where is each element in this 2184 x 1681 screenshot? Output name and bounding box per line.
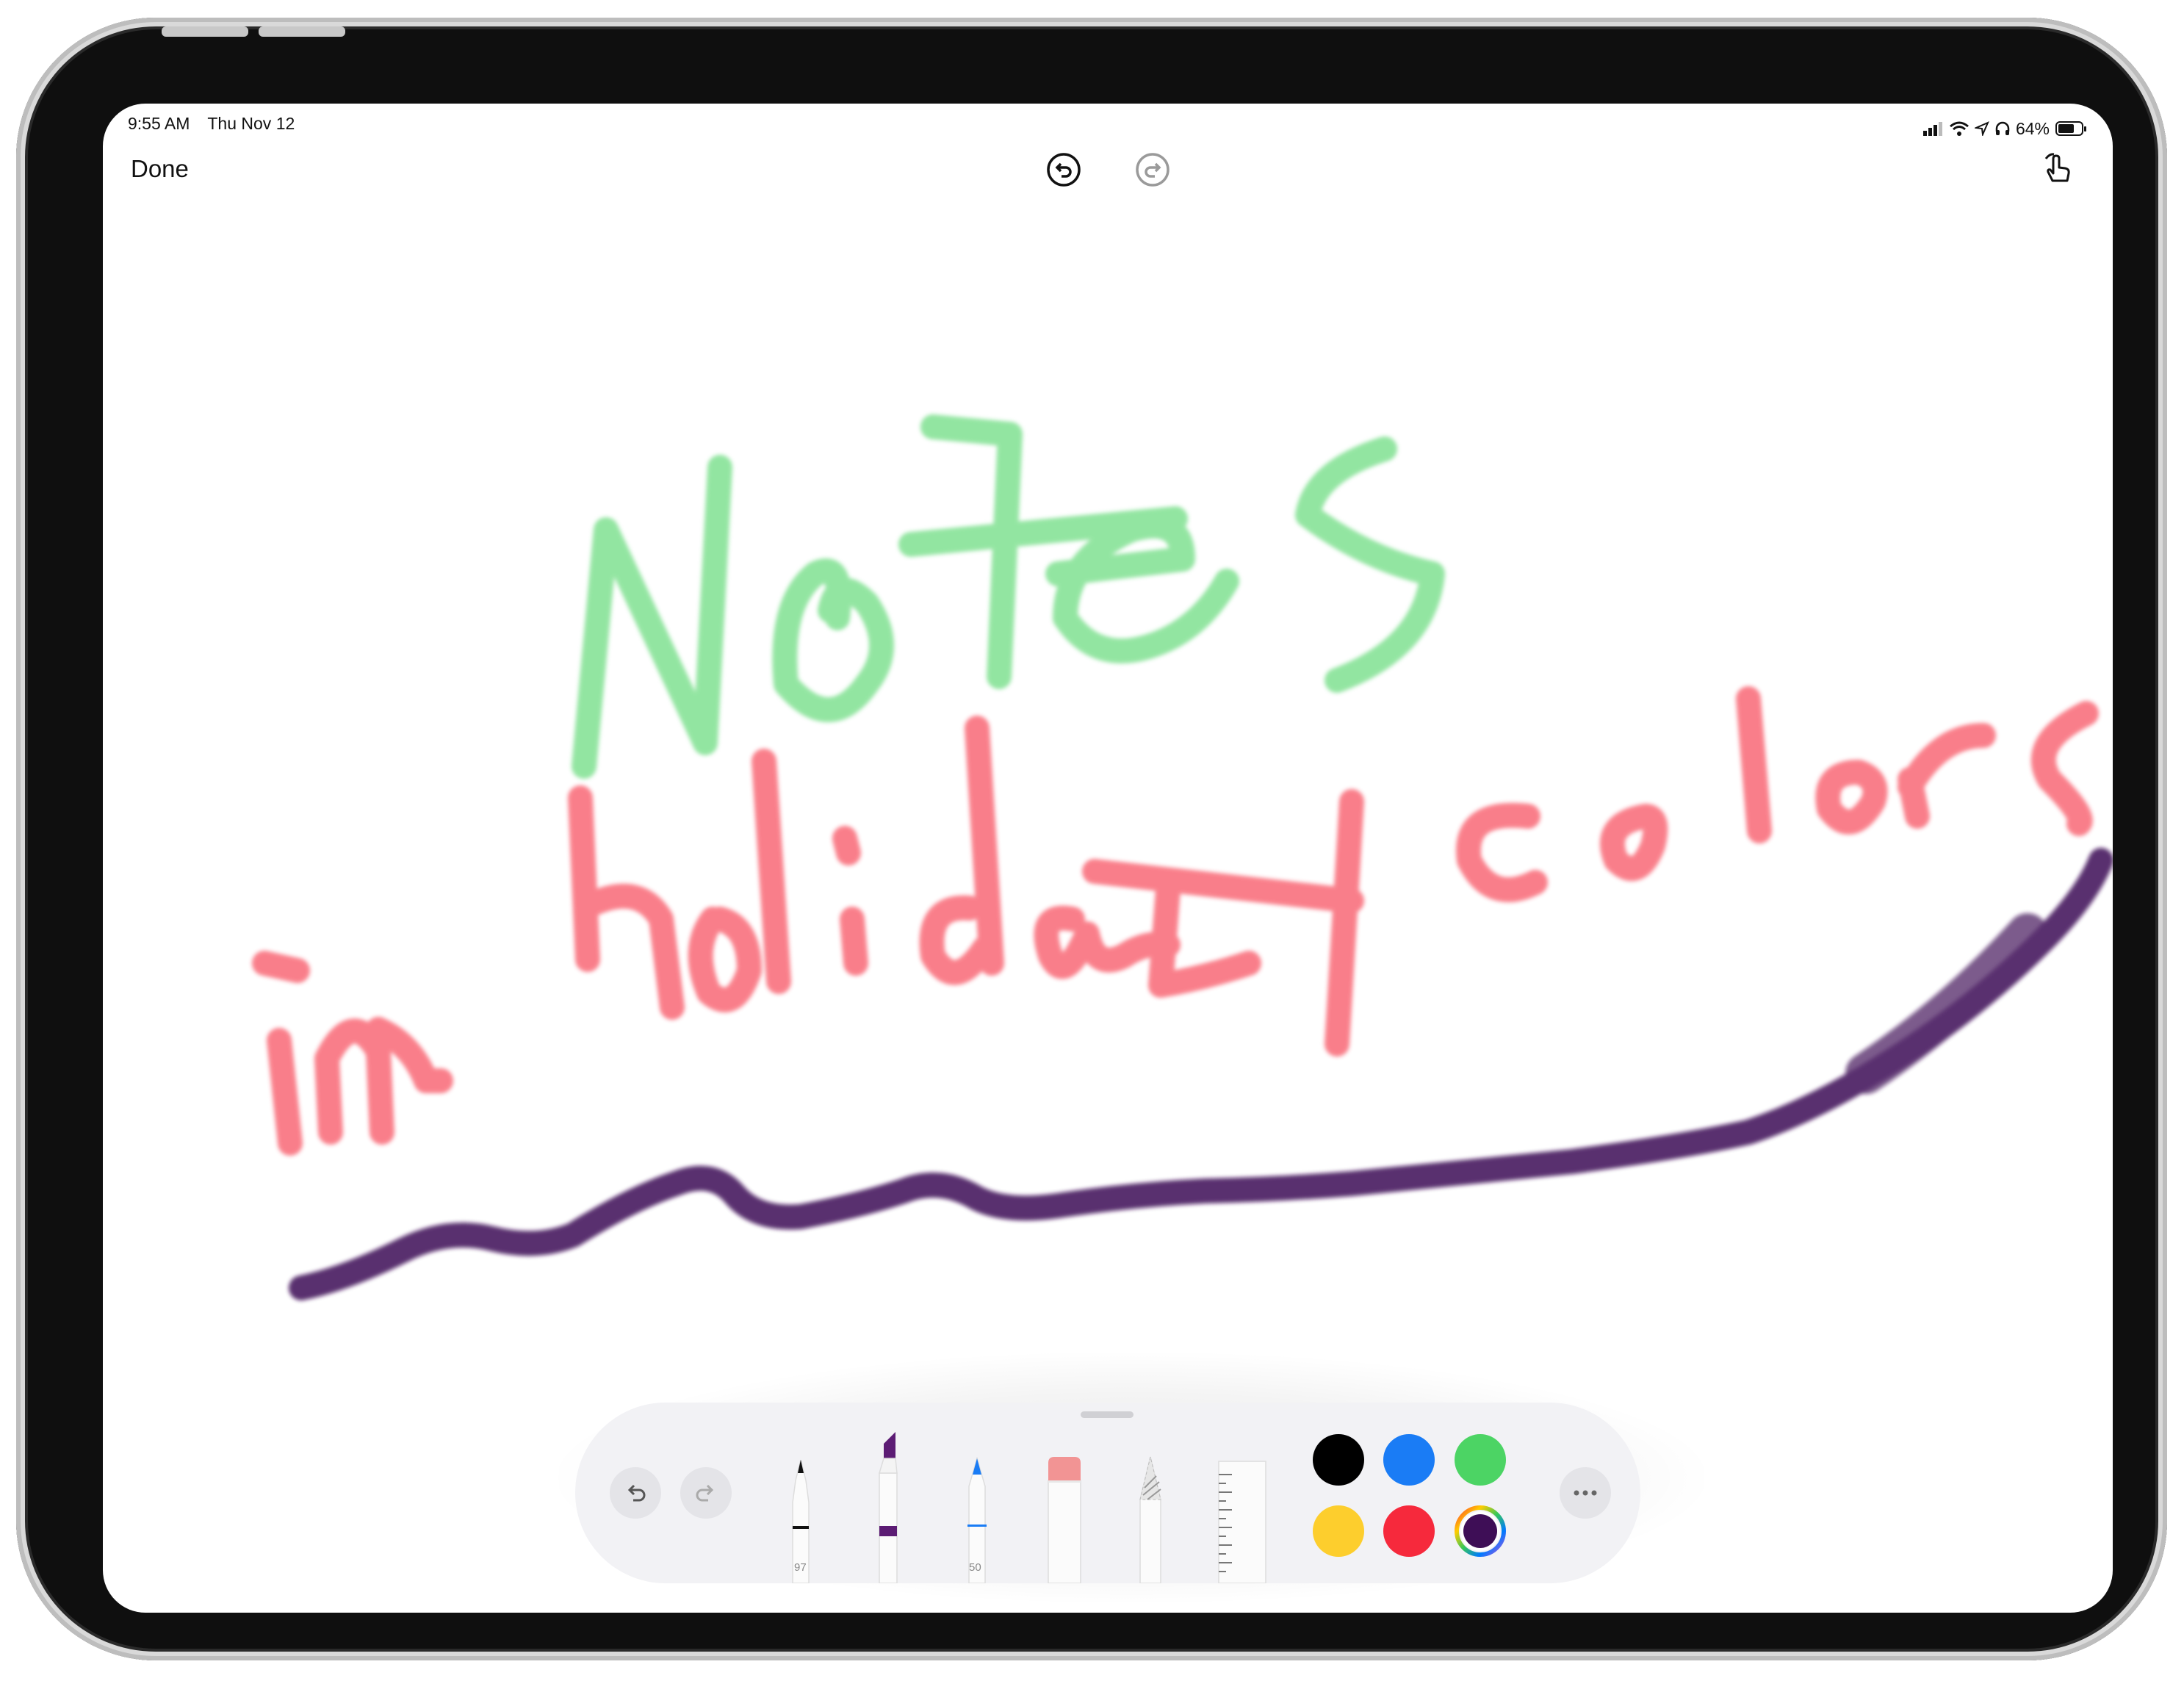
color-wheel-ring-icon [1455, 1505, 1506, 1557]
stroke-notes [572, 414, 1445, 779]
ipad-frame: 9:55 AM Thu Nov 12 64% Done 97 50 [16, 18, 2167, 1660]
more-options-button[interactable] [1560, 1467, 1611, 1519]
stroke-wave [289, 848, 2113, 1300]
palette-undo-button[interactable] [610, 1467, 661, 1519]
color-swatch-blue[interactable] [1383, 1434, 1435, 1486]
eraser-tool[interactable] [1044, 1454, 1085, 1583]
screen: 9:55 AM Thu Nov 12 64% Done 97 50 [103, 104, 2113, 1613]
pen-width-label: 97 [794, 1561, 807, 1574]
color-swatch-green[interactable] [1455, 1434, 1506, 1486]
stroke-holiday-colors [252, 686, 2099, 1156]
color-swatch-red[interactable] [1383, 1505, 1435, 1557]
undo-icon [627, 1484, 646, 1502]
volume-button [162, 26, 248, 37]
color-picker-selected[interactable] [1455, 1505, 1506, 1557]
palette-grabber[interactable] [1081, 1411, 1134, 1418]
ellipsis-icon [1574, 1490, 1597, 1496]
lasso-tool[interactable] [1130, 1455, 1171, 1583]
volume-button [259, 26, 345, 37]
color-swatch-yellow[interactable] [1313, 1505, 1364, 1557]
ruler-tool[interactable] [1213, 1460, 1272, 1583]
pencil-width-label: 50 [969, 1561, 981, 1574]
color-swatch-black[interactable] [1313, 1434, 1364, 1486]
tool-palette: 97 50 [575, 1403, 1640, 1583]
marker-tool[interactable] [868, 1429, 907, 1583]
redo-icon [696, 1484, 714, 1502]
palette-redo-button[interactable] [680, 1467, 732, 1519]
